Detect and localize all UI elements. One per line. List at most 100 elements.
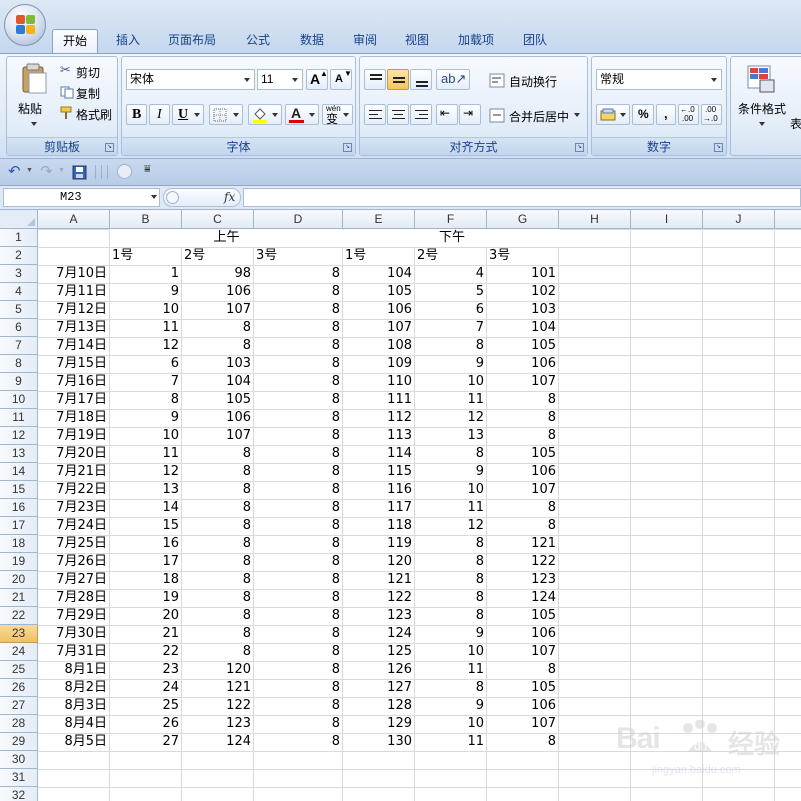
value-cell[interactable]: 8 <box>254 337 343 355</box>
borders-button[interactable] <box>209 104 243 125</box>
value-cell[interactable]: 129 <box>343 715 415 733</box>
tab-6[interactable]: 审阅 <box>342 29 388 53</box>
value-cell[interactable]: 119 <box>343 535 415 553</box>
value-cell[interactable]: 1 <box>110 265 182 283</box>
value-cell[interactable]: 8 <box>254 355 343 373</box>
row-header-13[interactable]: 13 <box>0 445 38 463</box>
tab-2[interactable]: 插入 <box>106 29 150 53</box>
number-launcher-icon[interactable]: ↘ <box>714 143 723 152</box>
row-header-16[interactable]: 16 <box>0 499 38 517</box>
chevron-down-icon[interactable] <box>233 112 239 117</box>
column-header-D[interactable]: D <box>254 210 343 229</box>
insert-function-icon[interactable]: fx <box>224 189 235 206</box>
bold-button[interactable]: B <box>126 104 147 125</box>
fill-color-button[interactable] <box>248 104 282 125</box>
chevron-down-icon[interactable] <box>708 70 721 89</box>
value-cell[interactable]: 8 <box>254 715 343 733</box>
value-cell[interactable]: 8 <box>254 661 343 679</box>
value-cell[interactable]: 13 <box>415 427 487 445</box>
value-cell[interactable]: 105 <box>487 679 559 697</box>
value-cell[interactable]: 8 <box>487 661 559 679</box>
value-cell[interactable]: 8 <box>182 463 254 481</box>
date-cell[interactable]: 8月4日 <box>38 715 110 733</box>
value-cell[interactable]: 112 <box>343 409 415 427</box>
value-cell[interactable]: 8 <box>254 535 343 553</box>
value-cell[interactable]: 122 <box>343 589 415 607</box>
value-cell[interactable]: 10 <box>415 643 487 661</box>
value-cell[interactable]: 8 <box>182 319 254 337</box>
phonetic-button[interactable]: wén 变 <box>322 104 353 126</box>
value-cell[interactable]: 9 <box>110 409 182 427</box>
row-header-22[interactable]: 22 <box>0 607 38 625</box>
date-cell[interactable]: 7月21日 <box>38 463 110 481</box>
value-cell[interactable]: 13 <box>110 481 182 499</box>
date-cell[interactable]: 8月2日 <box>38 679 110 697</box>
redo-icon[interactable]: ↷ <box>40 162 53 180</box>
merged-header-morning[interactable]: 上午 <box>110 229 343 247</box>
date-cell[interactable]: 7月25日 <box>38 535 110 553</box>
value-cell[interactable]: 15 <box>110 517 182 535</box>
format-as-table-label[interactable]: 表 <box>790 115 801 132</box>
date-cell[interactable]: 7月12日 <box>38 301 110 319</box>
value-cell[interactable]: 8 <box>182 607 254 625</box>
value-cell[interactable]: 127 <box>343 679 415 697</box>
date-cell[interactable]: 7月16日 <box>38 373 110 391</box>
align-center-button[interactable] <box>387 104 409 125</box>
column-header-E[interactable]: E <box>343 210 415 229</box>
chevron-down-icon[interactable] <box>272 112 278 117</box>
value-cell[interactable]: 107 <box>487 373 559 391</box>
row-header-19[interactable]: 19 <box>0 553 38 571</box>
row-header-21[interactable]: 21 <box>0 589 38 607</box>
value-cell[interactable]: 8 <box>254 607 343 625</box>
value-cell[interactable]: 107 <box>182 427 254 445</box>
value-cell[interactable]: 8 <box>415 535 487 553</box>
value-cell[interactable]: 8 <box>182 499 254 517</box>
value-cell[interactable]: 18 <box>110 571 182 589</box>
column-header-C[interactable]: C <box>182 210 254 229</box>
row-header-3[interactable]: 3 <box>0 265 38 283</box>
value-cell[interactable]: 8 <box>254 283 343 301</box>
value-cell[interactable]: 8 <box>182 535 254 553</box>
increase-decimal-button[interactable]: ←.0 .00 <box>678 104 699 125</box>
row-header-15[interactable]: 15 <box>0 481 38 499</box>
value-cell[interactable]: 107 <box>343 319 415 337</box>
date-cell[interactable]: 7月28日 <box>38 589 110 607</box>
value-cell[interactable]: 105 <box>182 391 254 409</box>
row-header-18[interactable]: 18 <box>0 535 38 553</box>
value-cell[interactable]: 25 <box>110 697 182 715</box>
date-cell[interactable]: 7月18日 <box>38 409 110 427</box>
circle-button-icon[interactable] <box>117 164 132 179</box>
date-cell[interactable]: 7月14日 <box>38 337 110 355</box>
row-header-2[interactable]: 2 <box>0 247 38 265</box>
value-cell[interactable]: 8 <box>182 517 254 535</box>
date-cell[interactable]: 8月1日 <box>38 661 110 679</box>
value-cell[interactable]: 12 <box>110 463 182 481</box>
value-cell[interactable]: 106 <box>182 283 254 301</box>
row-header-17[interactable]: 17 <box>0 517 38 535</box>
sub-header-cell[interactable]: 1号 <box>110 247 182 265</box>
chevron-down-icon[interactable] <box>574 112 580 117</box>
value-cell[interactable]: 128 <box>343 697 415 715</box>
row-header-27[interactable]: 27 <box>0 697 38 715</box>
value-cell[interactable]: 8 <box>254 517 343 535</box>
value-cell[interactable]: 101 <box>487 265 559 283</box>
value-cell[interactable]: 27 <box>110 733 182 751</box>
value-cell[interactable]: 118 <box>343 517 415 535</box>
value-cell[interactable]: 125 <box>343 643 415 661</box>
value-cell[interactable]: 21 <box>110 625 182 643</box>
chevron-down-icon[interactable] <box>343 112 349 117</box>
row-header-25[interactable]: 25 <box>0 661 38 679</box>
office-button[interactable] <box>4 4 46 46</box>
value-cell[interactable]: 26 <box>110 715 182 733</box>
value-cell[interactable]: 8 <box>254 553 343 571</box>
chevron-down-icon[interactable] <box>309 112 315 117</box>
value-cell[interactable]: 22 <box>110 643 182 661</box>
value-cell[interactable]: 106 <box>487 355 559 373</box>
column-header-partial[interactable] <box>775 210 801 229</box>
value-cell[interactable]: 11 <box>110 319 182 337</box>
value-cell[interactable]: 14 <box>110 499 182 517</box>
value-cell[interactable]: 107 <box>182 301 254 319</box>
row-header-28[interactable]: 28 <box>0 715 38 733</box>
value-cell[interactable]: 126 <box>343 661 415 679</box>
chevron-down-icon[interactable] <box>241 70 254 89</box>
